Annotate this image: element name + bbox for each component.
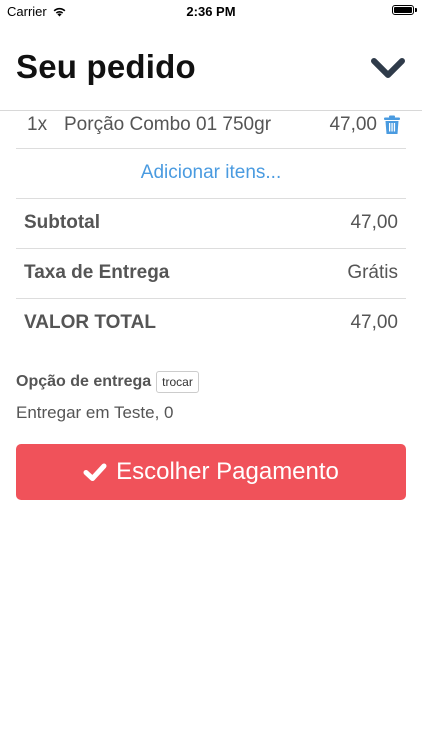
delivery-fee-label: Taxa de Entrega [24, 262, 170, 283]
checkmark-icon [83, 463, 107, 481]
header: Seu pedido [0, 22, 422, 111]
delivery-fee-row: Taxa de Entrega Grátis [16, 249, 406, 299]
total-label: VALOR TOTAL [24, 312, 156, 333]
choose-payment-button[interactable]: Escolher Pagamento [16, 444, 406, 500]
order-item-row: 1x Porção Combo 01 750gr 47,00 [16, 111, 406, 149]
trash-icon [384, 115, 400, 134]
status-bar: Carrier 2:36 PM [0, 0, 422, 22]
choose-payment-label: Escolher Pagamento [116, 458, 339, 485]
delivery-option: Opção de entrega trocar [16, 371, 199, 393]
subtotal-row: Subtotal 47,00 [16, 199, 406, 249]
item-price: 47,00 [329, 114, 377, 135]
delete-item-button[interactable] [383, 115, 401, 135]
delivery-option-label: Opção de entrega [16, 373, 152, 390]
add-items-link[interactable]: Adicionar itens... [16, 149, 406, 199]
subtotal-label: Subtotal [24, 212, 100, 233]
item-quantity: 1x [27, 114, 48, 135]
item-name: Porção Combo 01 750gr [64, 114, 272, 135]
change-delivery-button[interactable]: trocar [156, 371, 199, 393]
delivery-fee-value: Grátis [347, 262, 398, 283]
subtotal-value: 47,00 [350, 212, 398, 233]
total-row: VALOR TOTAL 47,00 [16, 299, 406, 349]
delivery-address: Entregar em Teste, 0 [16, 403, 174, 422]
page-title: Seu pedido [16, 48, 196, 85]
chevron-down-icon [371, 58, 405, 78]
status-time: 2:36 PM [186, 4, 236, 19]
collapse-button[interactable] [368, 52, 408, 86]
battery-icon [392, 5, 417, 15]
total-value: 47,00 [350, 312, 398, 333]
